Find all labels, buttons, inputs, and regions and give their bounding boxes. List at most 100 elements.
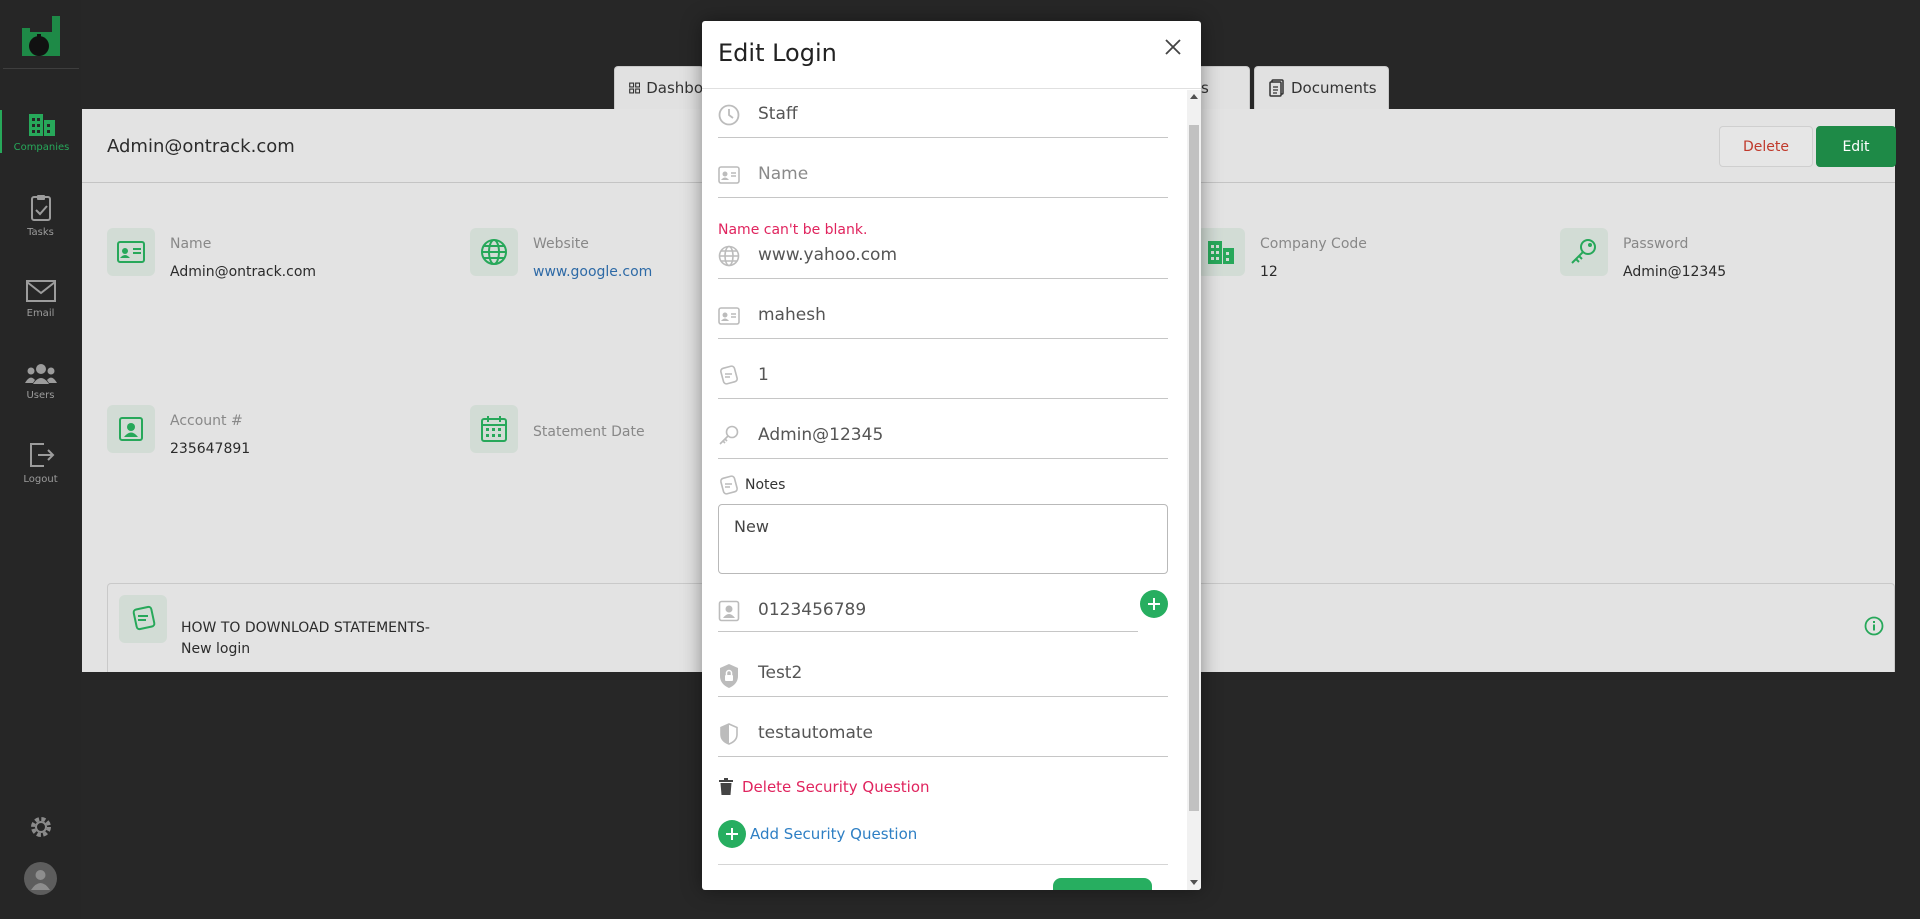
sidebar-item-tasks[interactable]: Tasks (0, 193, 81, 238)
trash-icon (719, 778, 733, 795)
footer-divider (718, 864, 1168, 865)
field-label: Account # (170, 413, 243, 429)
sidebar: Companies Tasks Email Users Logout (0, 0, 81, 919)
key-icon (718, 425, 740, 447)
security-question-input[interactable]: Test2 (758, 663, 802, 683)
shield-lock-icon (718, 664, 740, 688)
scroll-thumb[interactable] (1189, 125, 1199, 811)
scroll-down-arrow[interactable] (1190, 880, 1198, 885)
clipboard-check-icon (30, 195, 51, 221)
sidebar-item-email[interactable]: Email (0, 278, 81, 319)
notes-textarea[interactable]: New (718, 504, 1168, 574)
delete-security-question-label: Delete Security Question (742, 778, 930, 796)
sidebar-item-users[interactable]: Users (0, 362, 81, 401)
building-icon (1197, 228, 1245, 276)
modal-header: Edit Login (702, 21, 1201, 89)
modal-scrollbar[interactable] (1187, 90, 1201, 890)
field-value: 235647891 (170, 441, 251, 457)
submit-button[interactable] (1053, 878, 1152, 890)
field-label: Website (533, 236, 589, 252)
grid-icon (629, 82, 641, 94)
logo-divider (3, 68, 79, 69)
note-title: HOW TO DOWNLOAD STATEMENTS- (181, 620, 430, 636)
field-label: Statement Date (533, 424, 645, 440)
staff-field[interactable]: Staff (718, 90, 1168, 138)
tab-label: s (1201, 79, 1209, 97)
delete-security-question-button[interactable]: Delete Security Question (718, 778, 930, 796)
add-security-question-label: Add Security Question (750, 825, 918, 843)
documents-icon (1269, 79, 1284, 97)
clock-icon (718, 104, 740, 126)
close-icon (1165, 39, 1181, 55)
company-code-input[interactable]: 1 (758, 365, 769, 385)
staff-value: Staff (758, 104, 798, 124)
shield-icon (718, 723, 740, 745)
gear-icon[interactable] (27, 813, 55, 841)
tab-label: Dashbo (646, 79, 703, 97)
account-number-field[interactable]: 0123456789 (718, 584, 1138, 632)
modal-body: Staff Name Name can't be blank. www.yaho… (702, 90, 1186, 890)
field-value: Admin@ontrack.com (170, 264, 317, 280)
id-card-icon (718, 305, 740, 327)
notes-icon (718, 365, 740, 387)
close-button[interactable] (1159, 33, 1187, 61)
name-input[interactable]: Name (758, 164, 808, 184)
contact-icon (718, 600, 740, 622)
plus-icon (1148, 598, 1160, 610)
id-card-icon (718, 164, 740, 186)
account-number-input[interactable]: 0123456789 (758, 600, 866, 620)
company-code-field[interactable]: 1 (718, 351, 1168, 399)
field-value: Admin@12345 (1623, 264, 1727, 280)
tab-dashboard[interactable]: Dashbo (614, 66, 704, 109)
sidebar-item-label: Tasks (27, 227, 54, 238)
avatar[interactable] (24, 862, 57, 895)
tab-documents[interactable]: Documents (1254, 66, 1389, 109)
calendar-icon (470, 405, 518, 453)
users-icon (24, 364, 57, 384)
modal-title: Edit Login (718, 39, 837, 67)
field-label: Password (1623, 236, 1689, 252)
website-field[interactable]: www.yahoo.com (718, 231, 1168, 279)
page-title: Admin@ontrack.com (107, 136, 295, 157)
info-icon[interactable] (1864, 616, 1884, 636)
note-subtitle: New login (181, 641, 251, 657)
name-field[interactable]: Name (718, 150, 1168, 198)
website-input[interactable]: www.yahoo.com (758, 245, 897, 265)
username-field[interactable]: mahesh (718, 291, 1168, 339)
sidebar-item-label: Logout (23, 474, 58, 485)
security-question-field[interactable]: Test2 (718, 649, 1168, 697)
sidebar-item-label: Email (26, 308, 55, 319)
field-value: 12 (1260, 264, 1278, 280)
key-icon (1560, 228, 1608, 276)
sidebar-item-label: Companies (13, 142, 70, 153)
sidebar-item-label: Users (26, 390, 55, 401)
globe-icon (718, 245, 740, 267)
app-logo[interactable] (20, 14, 62, 58)
building-icon (28, 114, 55, 136)
add-account-button[interactable] (1140, 590, 1168, 618)
contact-icon (107, 405, 155, 453)
website-link[interactable]: www.google.com (533, 264, 652, 280)
logout-icon (29, 443, 54, 467)
password-field[interactable]: Admin@12345 (718, 411, 1168, 459)
tab-label: Documents (1291, 79, 1377, 97)
sidebar-item-logout[interactable]: Logout (0, 440, 81, 485)
security-answer-input[interactable]: testautomate (758, 723, 873, 743)
plus-icon (718, 820, 746, 848)
scroll-up-arrow[interactable] (1190, 94, 1198, 99)
id-card-icon (107, 228, 155, 276)
username-input[interactable]: mahesh (758, 305, 826, 325)
security-answer-field[interactable]: testautomate (718, 709, 1168, 757)
envelope-icon (25, 280, 56, 302)
field-label: Company Code (1260, 236, 1367, 252)
notes-icon (720, 475, 738, 495)
password-input[interactable]: Admin@12345 (758, 425, 883, 445)
notes-icon (119, 595, 167, 643)
edit-login-modal: Edit Login Staff Name Name can't be blan… (702, 21, 1201, 890)
edit-button[interactable]: Edit (1816, 126, 1896, 167)
globe-icon (470, 228, 518, 276)
field-label: Name (170, 236, 212, 252)
delete-button[interactable]: Delete (1719, 126, 1813, 167)
add-security-question-button[interactable]: Add Security Question (718, 820, 917, 848)
sidebar-item-companies[interactable]: Companies (0, 110, 81, 153)
